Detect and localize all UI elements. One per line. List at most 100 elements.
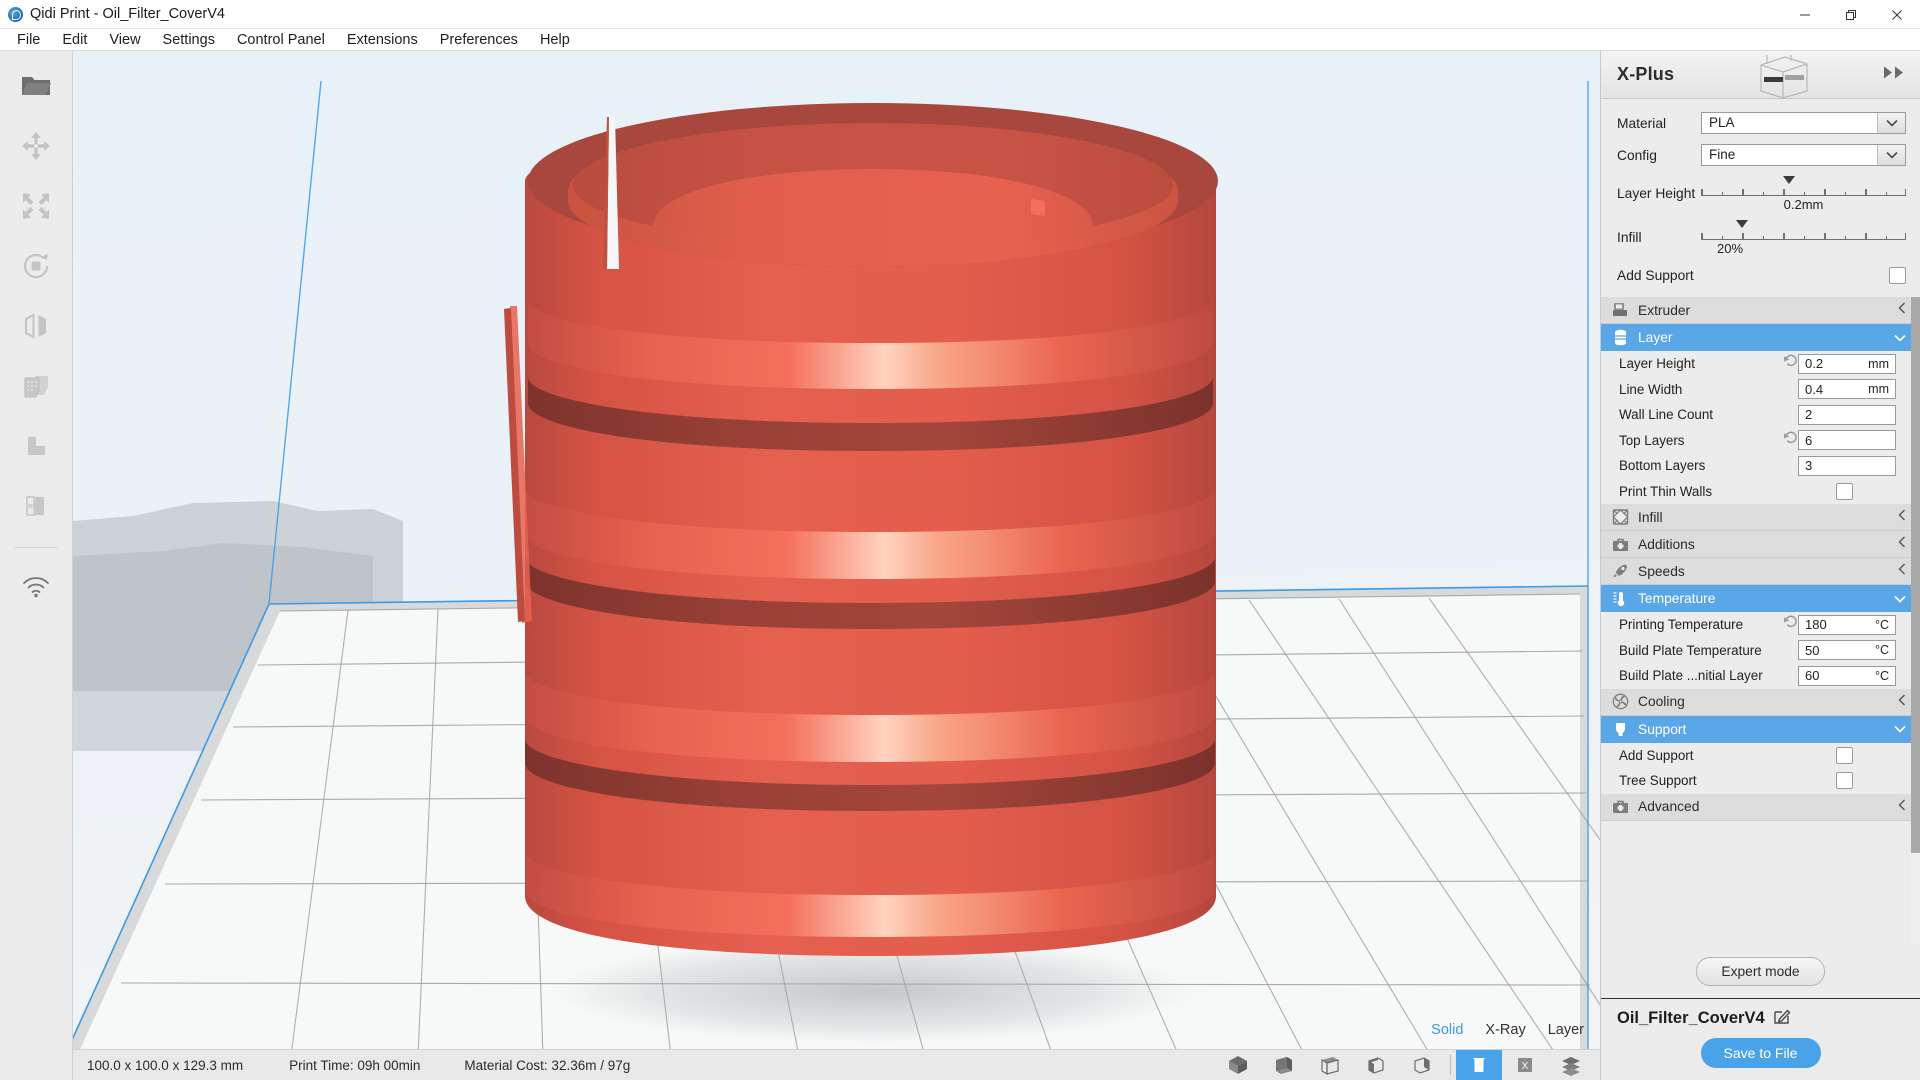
3d-viewport[interactable]: Solid X-Ray Layer 100.0 x 100.0 x 129.3 … (73, 51, 1600, 1080)
material-select[interactable]: PLA (1701, 112, 1906, 134)
menu-preferences[interactable]: Preferences (429, 30, 529, 50)
save-to-file-button[interactable]: Save to File (1700, 1038, 1821, 1068)
section-extruder[interactable]: Extruder (1601, 297, 1920, 324)
config-label: Config (1617, 147, 1657, 163)
setting-add-support-checkbox[interactable] (1836, 746, 1853, 764)
view-front-icon[interactable] (1261, 1050, 1307, 1080)
support-eraser-icon[interactable] (13, 483, 59, 529)
section-cooling[interactable]: Cooling (1601, 688, 1920, 716)
setting-top-layers-value: 6 (1805, 432, 1813, 448)
section-speeds[interactable]: Speeds (1601, 558, 1920, 585)
setting-layer-height-input[interactable]: 0.2 mm (1798, 353, 1896, 374)
minimize-button[interactable] (1782, 0, 1828, 29)
settings-tree: Extruder Layer Layer Height 0.2 mm Line … (1601, 297, 1920, 944)
open-file-icon[interactable] (13, 63, 59, 109)
maximize-button[interactable] (1828, 0, 1874, 29)
setting-printing-temperature: Printing Temperature 180 °C (1601, 612, 1920, 638)
settings-scrollbar-thumb[interactable] (1911, 297, 1920, 854)
title-bar: Qidi Print - Oil_Filter_CoverV4 (0, 0, 1920, 29)
infill-row: Infill 20% (1601, 215, 1920, 259)
render-label-layer[interactable]: Layer (1548, 1022, 1584, 1038)
revert-icon[interactable] (1783, 354, 1798, 373)
menu-edit[interactable]: Edit (51, 30, 98, 50)
wifi-icon[interactable] (13, 564, 59, 610)
section-advanced[interactable]: Advanced (1601, 793, 1920, 821)
edit-pencil-icon[interactable] (1773, 1007, 1791, 1030)
setting-bottom-layers-label: Bottom Layers (1619, 458, 1706, 474)
menu-view[interactable]: View (98, 30, 151, 50)
additions-icon (1609, 534, 1631, 554)
render-label-xray[interactable]: X-Ray (1485, 1022, 1525, 1038)
section-layer-label: Layer (1638, 330, 1673, 345)
setting-printing-temperature-input[interactable]: 180 °C (1798, 614, 1896, 635)
menu-settings[interactable]: Settings (152, 30, 226, 50)
setting-print-thin-walls-checkbox[interactable] (1836, 482, 1853, 500)
config-select[interactable]: Fine (1701, 144, 1906, 166)
printer-header: X-Plus (1601, 51, 1920, 99)
section-temperature-label: Temperature (1638, 591, 1716, 606)
setting-line-width-label: Line Width (1619, 381, 1683, 397)
settings-scrollbar[interactable] (1911, 297, 1920, 944)
move-icon[interactable] (13, 123, 59, 169)
close-button[interactable] (1874, 0, 1920, 29)
view-right-icon[interactable] (1399, 1050, 1445, 1080)
quick-add-support-checkbox[interactable] (1889, 266, 1906, 284)
section-temperature[interactable]: Temperature (1601, 585, 1920, 612)
section-support[interactable]: Support (1601, 715, 1920, 743)
setting-top-layers-input[interactable]: 6 (1798, 430, 1896, 451)
support-blocker-icon[interactable] (13, 423, 59, 469)
view-layer-icon[interactable] (1548, 1050, 1594, 1080)
mirror-icon[interactable] (13, 303, 59, 349)
view-3d-icon[interactable] (1215, 1050, 1261, 1080)
setting-tree-support-checkbox[interactable] (1836, 772, 1853, 790)
setting-bottom-layers-input[interactable]: 3 (1798, 455, 1896, 476)
expert-mode-button[interactable]: Expert mode (1696, 956, 1825, 986)
menu-help[interactable]: Help (529, 30, 581, 50)
extruder-icon (1609, 300, 1631, 320)
quick-add-support-label: Add Support (1617, 267, 1694, 283)
quick-add-support-row: Add Support (1601, 259, 1920, 291)
section-infill[interactable]: Infill (1601, 504, 1920, 531)
revert-icon[interactable] (1783, 615, 1798, 634)
double-chevron-right-icon[interactable] (1882, 64, 1908, 85)
setting-build-plate-temperature-unit: °C (1874, 643, 1889, 658)
section-infill-label: Infill (1638, 509, 1663, 525)
view-solid-icon[interactable] (1456, 1049, 1502, 1080)
model-dimensions: 100.0 x 100.0 x 129.3 mm (87, 1057, 244, 1073)
setting-build-plate-initial-layer-unit: °C (1874, 668, 1889, 683)
layer-height-row: Layer Height 0.2mm (1601, 171, 1920, 215)
render-label-solid[interactable]: Solid (1431, 1022, 1463, 1038)
infill-slider[interactable]: 20% (1701, 218, 1906, 256)
section-layer[interactable]: Layer (1601, 324, 1920, 351)
menu-control-panel[interactable]: Control Panel (226, 30, 336, 50)
material-label: Material (1617, 115, 1667, 131)
advanced-icon (1609, 797, 1631, 817)
setting-build-plate-initial-layer-input[interactable]: 60 °C (1798, 665, 1896, 686)
chevron-down-icon (1877, 113, 1905, 133)
setting-line-width-value: 0.4 (1805, 381, 1824, 397)
rotate-icon[interactable] (13, 243, 59, 289)
infill-handle[interactable] (1736, 220, 1748, 228)
scale-icon[interactable] (13, 183, 59, 229)
window-controls (1782, 0, 1920, 29)
setting-layer-height-unit: mm (1868, 356, 1889, 371)
section-advanced-label: Advanced (1638, 799, 1700, 814)
setting-build-plate-temperature-input[interactable]: 50 °C (1798, 640, 1896, 661)
setting-line-width-input[interactable]: 0.4 mm (1798, 379, 1896, 400)
layer-height-handle[interactable] (1783, 176, 1796, 184)
chevron-left-icon (1898, 301, 1906, 319)
temperature-icon (1609, 589, 1631, 609)
menu-extensions[interactable]: Extensions (336, 30, 429, 50)
view-left-icon[interactable] (1353, 1050, 1399, 1080)
view-xray-icon[interactable]: X (1502, 1050, 1548, 1080)
config-value: Fine (1709, 147, 1736, 162)
menu-file[interactable]: File (6, 30, 51, 50)
revert-icon[interactable] (1783, 431, 1798, 450)
setting-layer-height: Layer Height 0.2 mm (1601, 351, 1920, 377)
layer-height-slider[interactable]: 0.2mm (1701, 174, 1906, 212)
view-top-icon[interactable] (1307, 1050, 1353, 1080)
per-model-settings-icon[interactable] (13, 363, 59, 409)
setting-wall-line-count-input[interactable]: 2 (1798, 404, 1896, 425)
section-additions[interactable]: Additions (1601, 531, 1920, 558)
view-buttons-divider (1450, 1055, 1451, 1075)
